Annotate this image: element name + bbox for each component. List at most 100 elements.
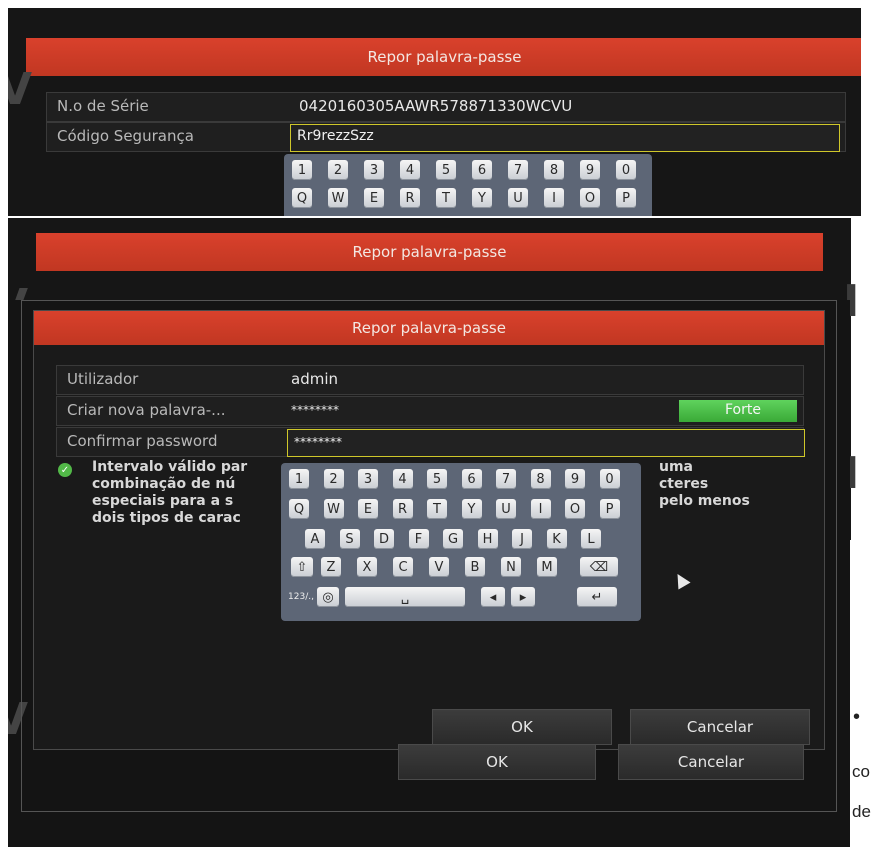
key-q[interactable]: Q bbox=[292, 188, 312, 208]
inner-dialog-title: Repor palavra-passe bbox=[352, 319, 506, 337]
key-9[interactable]: 9 bbox=[565, 469, 585, 489]
key-4[interactable]: 4 bbox=[400, 160, 420, 180]
backspace-key[interactable]: ⌫ bbox=[580, 557, 618, 577]
hint-line: especiais para a s bbox=[92, 493, 234, 509]
key-2[interactable]: 2 bbox=[323, 469, 344, 489]
key-3[interactable]: 3 bbox=[364, 160, 384, 180]
right-arrow-key[interactable]: ▸ bbox=[511, 587, 535, 607]
key-3[interactable]: 3 bbox=[358, 469, 378, 489]
serial-row: N.o de Série 0420160305AAWR578871330WCVU bbox=[46, 92, 846, 122]
left-arrow-key[interactable]: ◂ bbox=[481, 587, 505, 607]
inner-cancel-button[interactable]: Cancelar bbox=[630, 709, 810, 745]
key-q[interactable]: Q bbox=[289, 499, 309, 519]
key-o[interactable]: O bbox=[580, 188, 600, 208]
key-s[interactable]: S bbox=[339, 529, 360, 549]
key-u[interactable]: U bbox=[508, 188, 528, 208]
key-1[interactable]: 1 bbox=[292, 160, 312, 180]
security-code-value: Rr9rezzSzz bbox=[297, 128, 374, 144]
outer-ok-button[interactable]: OK bbox=[398, 744, 596, 780]
strength-label: Forte bbox=[725, 402, 761, 418]
key-b[interactable]: B bbox=[465, 557, 485, 577]
key-4[interactable]: 4 bbox=[392, 469, 413, 489]
key-1[interactable]: 1 bbox=[289, 469, 309, 489]
key-e[interactable]: E bbox=[358, 499, 378, 519]
key-e[interactable]: E bbox=[364, 188, 384, 208]
outer-cancel-label: Cancelar bbox=[677, 753, 745, 771]
key-p[interactable]: P bbox=[599, 499, 620, 519]
key-m[interactable]: M bbox=[537, 557, 557, 577]
hint-text: Intervalo válido par combinação de nú es… bbox=[92, 459, 247, 527]
key-6[interactable]: 6 bbox=[472, 160, 492, 180]
key-d[interactable]: D bbox=[374, 529, 394, 549]
key-8[interactable]: 8 bbox=[530, 469, 551, 489]
confirm-password-input[interactable]: ******** bbox=[287, 429, 805, 457]
on-screen-keyboard: 1234567890 QWERTYUIOP ASDFGHJKL ZXCVBNM ⇧ ⌫… bbox=[281, 463, 641, 621]
key-r[interactable]: R bbox=[400, 188, 420, 208]
hint-line: cteres bbox=[659, 476, 709, 492]
key-7[interactable]: 7 bbox=[508, 160, 528, 180]
confirm-password-label: Confirmar password bbox=[67, 432, 218, 450]
text-fragment: de bbox=[852, 802, 871, 821]
bullet-icon: • bbox=[853, 706, 861, 728]
key-i[interactable]: I bbox=[544, 188, 564, 208]
text-fragment: co bbox=[852, 762, 870, 781]
top-screen: Repor palavra-passe V N.o de Série 04201… bbox=[8, 8, 861, 216]
user-row: Utilizador admin bbox=[56, 365, 804, 395]
key-c[interactable]: C bbox=[393, 557, 413, 577]
serial-label: N.o de Série bbox=[57, 97, 149, 115]
key-l[interactable]: L bbox=[581, 529, 601, 549]
new-password-value[interactable]: ******** bbox=[291, 403, 339, 417]
key-5[interactable]: 5 bbox=[436, 160, 456, 180]
key-y[interactable]: Y bbox=[472, 188, 492, 208]
key-8[interactable]: 8 bbox=[544, 160, 564, 180]
key-u[interactable]: U bbox=[496, 499, 516, 519]
key-k[interactable]: K bbox=[546, 529, 567, 549]
key-p[interactable]: P bbox=[616, 188, 636, 208]
hint-line: uma bbox=[659, 459, 694, 475]
key-0[interactable]: 0 bbox=[599, 469, 620, 489]
front-screen: V Repor palavra-passe Utilizador admin C… bbox=[8, 300, 850, 847]
symbols-key[interactable]: 123/., bbox=[288, 587, 314, 607]
key-v[interactable]: V bbox=[429, 557, 449, 577]
shift-key[interactable]: ⇧ bbox=[291, 557, 313, 577]
key-i[interactable]: I bbox=[530, 499, 551, 519]
key-o[interactable]: O bbox=[565, 499, 585, 519]
key-0[interactable]: 0 bbox=[616, 160, 636, 180]
key-t[interactable]: T bbox=[436, 188, 456, 208]
key-h[interactable]: H bbox=[477, 529, 498, 549]
outer-cancel-button[interactable]: Cancelar bbox=[618, 744, 804, 780]
hint-line: dois tipos de carac bbox=[92, 510, 241, 526]
security-code-input[interactable]: Rr9rezzSzz bbox=[290, 124, 840, 152]
key-a[interactable]: A bbox=[305, 529, 325, 549]
side-glyph-left: V bbox=[8, 64, 33, 115]
key-7[interactable]: 7 bbox=[496, 469, 516, 489]
key-y[interactable]: Y bbox=[461, 499, 482, 519]
user-label: Utilizador bbox=[67, 370, 139, 388]
globe-icon[interactable]: ◎ bbox=[317, 587, 339, 607]
check-icon: ✓ bbox=[58, 463, 72, 477]
inner-dialog-titlebar: Repor palavra-passe bbox=[34, 311, 824, 345]
key-w[interactable]: W bbox=[323, 499, 344, 519]
key-5[interactable]: 5 bbox=[427, 469, 447, 489]
mouse-cursor-icon bbox=[671, 570, 691, 590]
key-g[interactable]: G bbox=[443, 529, 463, 549]
symbols-label: 123/., bbox=[288, 592, 314, 602]
key-x[interactable]: X bbox=[357, 557, 377, 577]
middle-dialog-title: Repor palavra-passe bbox=[352, 243, 507, 261]
hint-line: Intervalo válido par bbox=[92, 459, 248, 475]
new-password-label: Criar nova palavra-... bbox=[67, 401, 226, 419]
key-2[interactable]: 2 bbox=[328, 160, 348, 180]
key-9[interactable]: 9 bbox=[580, 160, 600, 180]
space-key[interactable]: ␣ bbox=[345, 587, 465, 607]
inner-ok-button[interactable]: OK bbox=[432, 709, 612, 745]
enter-key[interactable]: ↵ bbox=[577, 587, 617, 607]
key-w[interactable]: W bbox=[328, 188, 348, 208]
key-z[interactable]: Z bbox=[321, 557, 341, 577]
key-j[interactable]: J bbox=[512, 529, 532, 549]
key-6[interactable]: 6 bbox=[461, 469, 482, 489]
key-n[interactable]: N bbox=[501, 557, 521, 577]
key-t[interactable]: T bbox=[427, 499, 447, 519]
key-r[interactable]: R bbox=[392, 499, 413, 519]
key-f[interactable]: F bbox=[408, 529, 429, 549]
middle-dialog-titlebar: Repor palavra-passe bbox=[36, 233, 823, 271]
